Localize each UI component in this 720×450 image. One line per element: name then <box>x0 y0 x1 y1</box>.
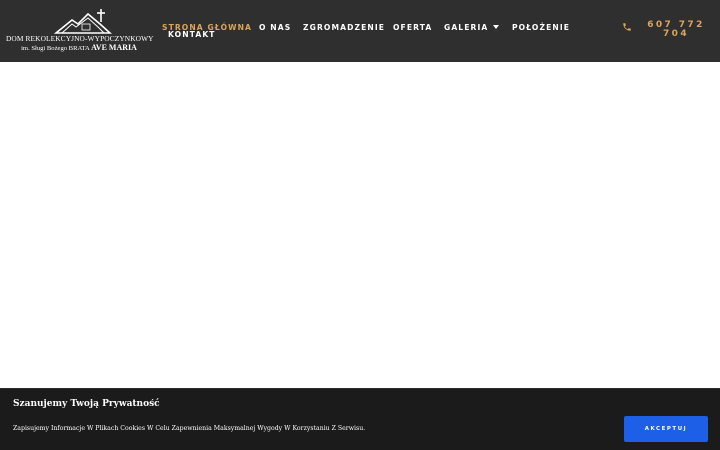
logo-title: DOM REKOLEKCYJNO-WYPOCZYNKOWY <box>6 34 154 43</box>
logo-subtitle-prefix: im. Sługi Bożego BRATA <box>21 45 92 52</box>
nav-item-congregation[interactable]: ZGROMADZENIE <box>303 23 385 32</box>
phone-number-link[interactable]: 607 772 704 <box>640 21 712 39</box>
nav-item-contact[interactable]: KONTAKT <box>168 30 216 39</box>
cookie-banner: Szanujemy Twoją Prywatność Zapisujemy In… <box>0 388 720 450</box>
logo-subtitle-name: AVE MARIA <box>91 43 137 52</box>
chevron-down-icon <box>493 25 500 29</box>
cookie-text: Zapisujemy Informacje W Plikach Cookies … <box>13 425 366 432</box>
nav-item-gallery[interactable]: GALERIA <box>444 23 500 32</box>
site-header: DOM REKOLEKCYJNO-WYPOCZYNKOWY im. Sługi … <box>0 0 720 62</box>
nav-item-about[interactable]: O NAS <box>259 23 291 32</box>
nav-item-offer[interactable]: OFERTA <box>393 23 432 32</box>
site-logo[interactable]: DOM REKOLEKCYJNO-WYPOCZYNKOWY im. Sługi … <box>6 8 154 52</box>
logo-subtitle: im. Sługi Bożego BRATA AVE MARIA <box>6 43 152 52</box>
nav-item-location[interactable]: POŁOŻENIE <box>512 23 570 32</box>
phone-icon <box>623 23 631 31</box>
cookie-title: Szanujemy Twoją Prywatność <box>13 399 160 409</box>
mountain-cross-logo-icon <box>54 9 112 34</box>
accept-cookies-button[interactable]: AKCEPTUJ <box>624 416 708 442</box>
main-content <box>0 62 720 388</box>
nav-item-gallery-label: GALERIA <box>444 23 489 32</box>
